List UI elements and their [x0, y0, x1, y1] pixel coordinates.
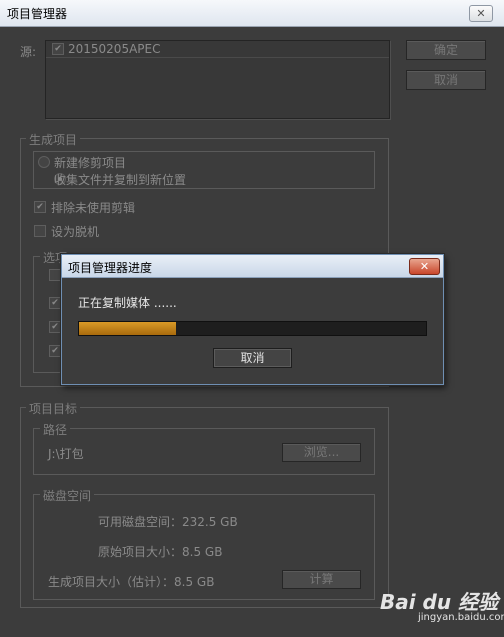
- window-title-bar: 项目管理器 ✕: [0, 0, 504, 27]
- source-item-checkbox[interactable]: ✔: [52, 43, 64, 55]
- source-label: 源:: [20, 45, 37, 59]
- original-project-size: 原始项目大小：8.5 GB: [98, 545, 223, 559]
- path-value: J:\打包: [48, 447, 84, 461]
- estimated-project-size: 生成项目大小（估计）：8.5 GB: [48, 575, 215, 589]
- watermark-url: jingyan.baidu.com: [418, 612, 504, 623]
- project-target-legend: 项目目标: [26, 400, 81, 417]
- progress-close-button[interactable]: ✕: [409, 258, 440, 275]
- exclude-unused-checkbox[interactable]: ✔: [34, 201, 46, 213]
- generate-project-legend: 生成项目: [26, 131, 81, 148]
- window-title: 项目管理器: [7, 7, 68, 21]
- browse-button[interactable]: 浏览...: [282, 443, 361, 462]
- option-checkbox-1[interactable]: [49, 269, 61, 281]
- set-offline-label: 设为脱机: [51, 225, 100, 239]
- option-checkbox-2[interactable]: ✔: [49, 297, 61, 309]
- progress-bar-fill: [79, 322, 177, 335]
- progress-bar: [78, 321, 427, 336]
- disk-space-legend: 磁盘空间: [40, 487, 95, 504]
- source-list[interactable]: ✔ 20150205APEC: [45, 40, 390, 119]
- window-close-button[interactable]: ✕: [469, 5, 493, 22]
- exclude-unused-label: 排除未使用剪辑: [51, 201, 136, 215]
- progress-status-text: 正在复制媒体 ......: [78, 296, 177, 310]
- radio-new-trimmed-label: 新建修剪项目: [54, 156, 127, 170]
- source-list-item[interactable]: ✔ 20150205APEC: [46, 41, 389, 58]
- option-checkbox-3[interactable]: ✔: [49, 321, 61, 333]
- watermark: Bai du 经验 jingyan.baidu.com: [380, 582, 504, 634]
- progress-dialog-title: 项目管理器进度: [68, 261, 153, 275]
- source-item-name: 20150205APEC: [68, 42, 161, 56]
- radio-collect-copy-label: 收集文件并复制到新位置: [54, 173, 187, 187]
- radio-new-trimmed[interactable]: [38, 156, 50, 168]
- progress-dialog-title-bar: 项目管理器进度 ✕: [62, 255, 443, 278]
- available-disk-space: 可用磁盘空间：232.5 GB: [98, 515, 238, 529]
- close-icon: ✕: [476, 7, 486, 20]
- calculate-button[interactable]: 计算: [282, 570, 361, 589]
- path-legend: 路径: [40, 421, 71, 438]
- set-offline-checkbox[interactable]: [34, 225, 46, 237]
- cancel-button[interactable]: 取消: [406, 70, 486, 90]
- watermark-brand: Bai du 经验: [380, 590, 499, 614]
- close-icon: ✕: [419, 260, 430, 273]
- progress-cancel-button[interactable]: 取消: [213, 348, 292, 368]
- option-checkbox-4[interactable]: ✔: [49, 345, 61, 357]
- progress-dialog: 项目管理器进度 ✕ 正在复制媒体 ...... 取消: [61, 254, 444, 385]
- ok-button[interactable]: 确定: [406, 40, 486, 60]
